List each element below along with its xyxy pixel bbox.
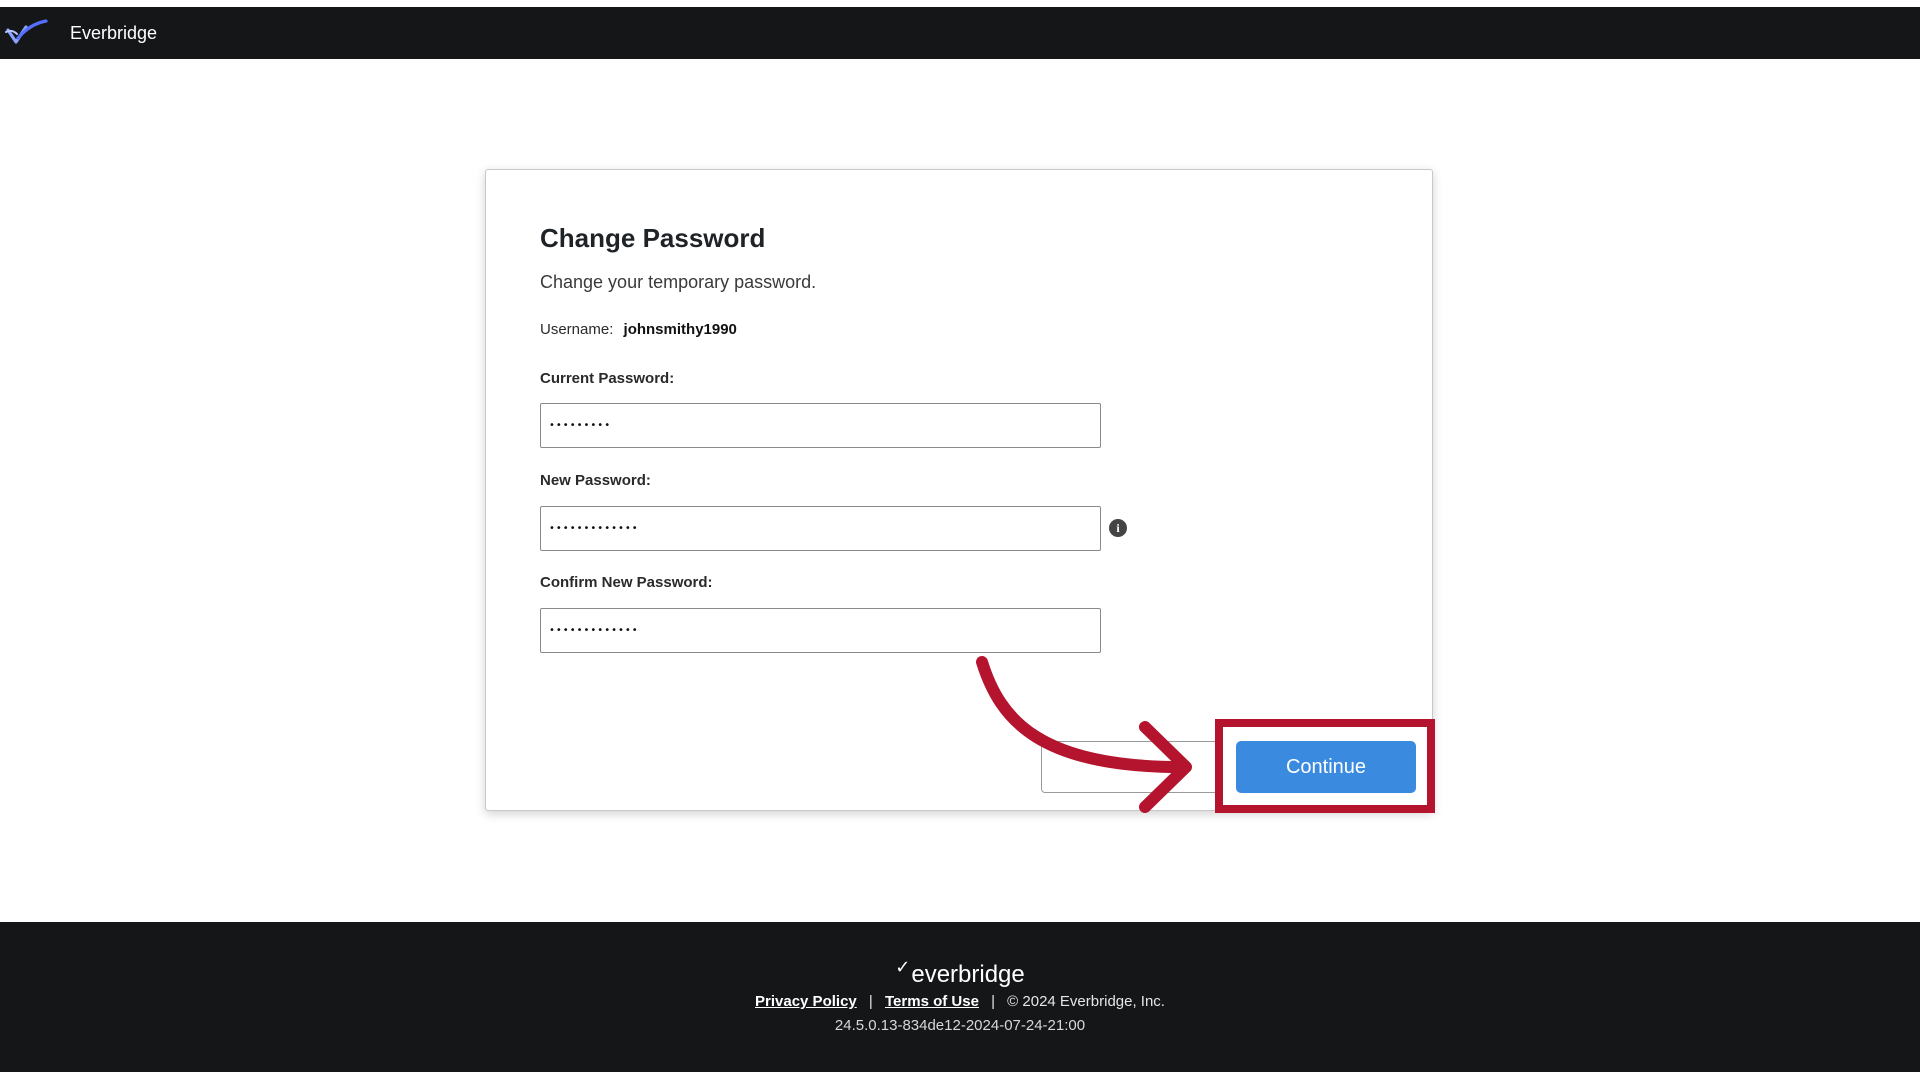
annotation-highlight-box bbox=[1215, 719, 1435, 813]
confirm-password-field[interactable] bbox=[540, 608, 1101, 653]
change-password-card: Change Password Change your temporary pa… bbox=[485, 169, 1433, 811]
footer-logo-text: everbridge bbox=[911, 961, 1025, 988]
username-label: Username: bbox=[540, 321, 614, 338]
everbridge-bird-icon[interactable] bbox=[2, 16, 50, 50]
top-edge bbox=[0, 0, 1920, 7]
bottom-edge bbox=[0, 1072, 1920, 1080]
terms-of-use-link[interactable]: Terms of Use bbox=[885, 993, 979, 1010]
footer-separator: | bbox=[868, 993, 873, 1010]
info-icon[interactable]: i bbox=[1109, 519, 1127, 537]
version-text: 24.5.0.13-834de12-2024-07-24-21:00 bbox=[834, 1017, 1086, 1034]
footer-links: Privacy Policy | Terms of Use | © 2024 E… bbox=[0, 993, 1920, 1010]
current-password-field[interactable] bbox=[540, 403, 1101, 448]
footer-separator: | bbox=[991, 993, 995, 1010]
page-subtitle: Change your temporary password. bbox=[540, 272, 817, 292]
everbridge-mark-icon: ✓ bbox=[895, 957, 911, 977]
new-password-field[interactable] bbox=[540, 506, 1101, 551]
annotation-arrow bbox=[976, 656, 1192, 813]
page-title: Change Password bbox=[540, 223, 766, 253]
top-navbar: Everbridge bbox=[0, 7, 1920, 59]
new-password-label: New Password: bbox=[540, 472, 651, 489]
footer-logo: ✓everbridge bbox=[0, 957, 1920, 989]
footer: ✓everbridge Privacy Policy | Terms of Us… bbox=[0, 922, 1920, 1072]
confirm-password-label: Confirm New Password: bbox=[540, 574, 713, 591]
current-password-label: Current Password: bbox=[540, 370, 675, 387]
username-value: johnsmithy1990 bbox=[623, 321, 737, 338]
copyright-text: © 2024 Everbridge, Inc. bbox=[1007, 993, 1165, 1010]
privacy-policy-link[interactable]: Privacy Policy bbox=[755, 993, 857, 1010]
brand-name: Everbridge bbox=[70, 22, 158, 43]
username-row: Username: johnsmithy1990 bbox=[540, 321, 737, 338]
